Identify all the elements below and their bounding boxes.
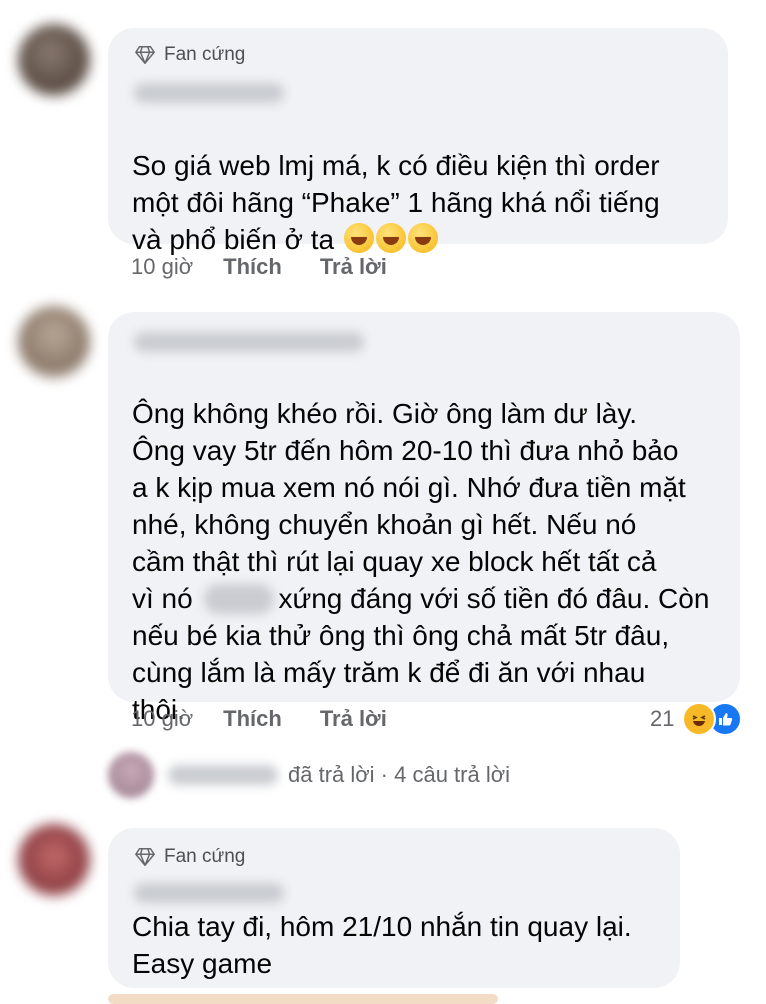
like-button[interactable]: Thích [223,254,282,280]
fan-badge: Fan cứng [134,44,245,66]
badge-label: Fan cứng [164,44,246,65]
comment-actions: 10 giờ Thích Trả lời [131,706,387,732]
comment-text: Chia tay đi, hôm 21/10 nhắn tin quay lại… [132,911,632,979]
diamond-icon [135,46,155,64]
comment-bubble: Fan cứng So giá web lmj má, k có điều ki… [108,28,728,255]
avatar[interactable] [18,24,90,96]
like-button[interactable]: Thích [223,706,282,732]
avatar[interactable] [108,752,154,798]
replier-name[interactable] [168,765,278,785]
comment-time[interactable]: 10 giờ [131,706,193,732]
reply-button[interactable]: Trả lời [320,254,387,280]
comment-actions: 10 giờ Thích Trả lời [131,254,387,280]
reply-button[interactable]: Trả lời [320,706,387,732]
badge-label: Fan cứng [164,846,246,867]
comment-text: So giá web lmj má, k có điều kiện thì or… [132,150,660,255]
comment-time[interactable]: 10 giờ [131,254,193,280]
avatar[interactable] [18,824,90,896]
commenter-name[interactable] [134,83,284,103]
diamond-icon [135,848,155,866]
replies-summary[interactable]: đã trả lời · 4 câu trả lời [288,762,510,788]
laugh-emoji-icon [375,223,406,253]
commenter-name[interactable] [134,332,364,352]
reaction-summary[interactable]: 21 [650,702,743,736]
reaction-count: 21 [650,706,675,731]
laugh-emoji-icon [407,223,438,253]
haha-reaction-icon [682,702,717,736]
comment-bubble: Fan cứng Chia tay đi, hôm 21/10 nhắn tin… [108,828,680,988]
laugh-emoji-icon [343,223,374,253]
next-comment-preview [108,994,498,1004]
comment-text: Ông không khéo rồi. Giờ ông làm dư lày. … [132,398,710,725]
fan-badge: Fan cứng [134,846,245,868]
comment-bubble: Ông không khéo rồi. Giờ ông làm dư lày. … [108,312,740,725]
avatar[interactable] [18,306,90,378]
commenter-name[interactable] [134,883,284,903]
censored-word [204,584,275,614]
